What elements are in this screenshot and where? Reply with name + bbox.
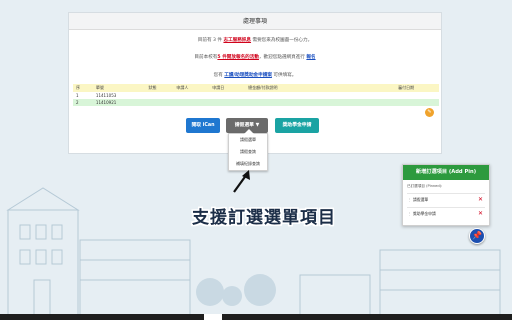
grant-message-suffix: 可供填寫。 bbox=[271, 73, 297, 78]
dropdown-item-leave-menu[interactable]: 請假選單 bbox=[229, 134, 267, 146]
grant-message: 您有 工讀/助理獎助金申請案 可供填寫。 bbox=[69, 72, 441, 78]
bottom-bar bbox=[0, 314, 512, 320]
activity-message-text: 目前本校有 bbox=[194, 55, 218, 60]
col-applicant: 申請人 bbox=[173, 84, 210, 92]
applications-table: 序 單號 狀態 申請人 申請日 總金額/付款說明 審付日期 1 11411053… bbox=[73, 84, 439, 106]
dropdown-caret bbox=[244, 129, 254, 134]
feature-caption: 支援訂選選單項目 bbox=[192, 208, 336, 228]
table-row[interactable]: 2 11410921 bbox=[73, 99, 439, 106]
close-icon[interactable]: ✕ bbox=[478, 208, 483, 220]
col-approval-date: 審付日期 bbox=[395, 84, 439, 92]
row-seq: 1 bbox=[73, 92, 93, 99]
volunteer-message-suffix: 需要您來為校園盡一份心力。 bbox=[251, 38, 313, 43]
col-amount: 總金額/付款說明 bbox=[245, 84, 396, 92]
col-id: 單號 bbox=[92, 84, 146, 92]
dropdown-item-leave-query[interactable]: 請假查詢 bbox=[229, 146, 267, 158]
pinned-item-leave-menu[interactable]: ⋮ 請假選單 ✕ bbox=[407, 193, 485, 205]
row-seq: 2 bbox=[73, 99, 93, 106]
add-pin-title[interactable]: 新增訂選項目 (Add Pin) bbox=[403, 165, 489, 180]
grant-application-link[interactable]: 工讀/助理獎助金申請案 bbox=[224, 73, 272, 78]
activity-message: 目前本校有5 件開放報名的活動，歡迎您點選網頁進行 報名 bbox=[69, 54, 441, 60]
pinned-items-panel: 新增訂選項目 (Add Pin) 已訂選項目 (Pinned): ⋮ 請假選單 … bbox=[402, 164, 490, 226]
pinned-subtitle: 已訂選項目 (Pinned): bbox=[407, 184, 443, 188]
drag-handle-icon[interactable]: ⋮ bbox=[408, 194, 412, 206]
col-date: 申請日 bbox=[209, 84, 246, 92]
col-seq: 序 bbox=[73, 84, 93, 92]
pin-badge-icon[interactable]: ✎ bbox=[425, 108, 434, 117]
pin-icon[interactable]: 📌 bbox=[469, 228, 485, 244]
activity-link[interactable]: 5 件開放報名的活動 bbox=[217, 55, 259, 60]
arrow-icon bbox=[233, 170, 250, 193]
activity-message-mid: ，歡迎您點選網頁進行 bbox=[258, 55, 307, 60]
row-id: 11411053 bbox=[92, 92, 146, 99]
bottom-marker bbox=[204, 314, 222, 320]
close-icon[interactable]: ✕ bbox=[478, 194, 483, 206]
col-status: 狀態 bbox=[145, 84, 174, 92]
pinned-item-label: 請假選單 bbox=[413, 197, 429, 202]
row-id: 11410921 bbox=[92, 99, 146, 106]
table-row[interactable]: 1 11411053 bbox=[73, 92, 439, 99]
table-header-row: 序 單號 狀態 申請人 申請日 總金額/付款說明 審付日期 bbox=[73, 84, 439, 92]
grant-application-button[interactable]: 獎助學金申請 bbox=[275, 118, 319, 133]
grant-message-text: 您有 bbox=[213, 73, 225, 78]
volunteer-message-text: 目前有 3 件 bbox=[197, 38, 224, 43]
volunteer-message: 目前有 3 件 志工服務訊息 需要您來為校園盡一份心力。 bbox=[69, 37, 441, 43]
pinned-item-grant[interactable]: ⋮ 獎助學金申請 ✕ bbox=[407, 207, 485, 219]
register-link[interactable]: 報名 bbox=[306, 55, 315, 60]
volunteer-link[interactable]: 志工服務訊息 bbox=[223, 38, 251, 43]
leave-dropdown-menu: 請假選單 請假查詢 補填紀錄查詢 bbox=[228, 129, 268, 171]
panel-title: 處理事項 bbox=[69, 13, 441, 30]
pinned-item-label: 獎助學金申請 bbox=[413, 211, 436, 216]
drag-handle-icon[interactable]: ⋮ bbox=[408, 208, 412, 220]
ican-button[interactable]: 閱取 iCan bbox=[186, 118, 220, 133]
